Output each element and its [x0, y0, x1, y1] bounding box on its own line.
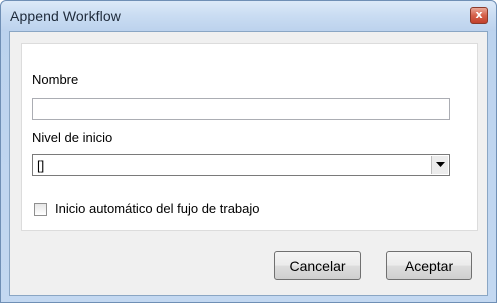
close-button[interactable]: x [470, 7, 488, 24]
start-level-label: Nivel de inicio [32, 130, 113, 145]
window-title: Append Workflow [10, 8, 121, 24]
autostart-label[interactable]: Inicio automático del fujo de trabajo [55, 201, 260, 216]
dropdown-button[interactable] [431, 156, 448, 174]
cancel-button[interactable]: Cancelar [274, 251, 361, 280]
dialog-window: Append Workflow x Nombre Nivel de inicio… [0, 0, 497, 303]
name-label: Nombre [32, 72, 79, 87]
accept-button[interactable]: Aceptar [386, 251, 472, 280]
title-bar[interactable]: Append Workflow x [1, 1, 496, 31]
chevron-down-icon [436, 162, 445, 167]
dialog-body: Nombre Nivel de inicio [] Inicio automát… [9, 31, 488, 296]
start-level-select[interactable]: [] [32, 154, 450, 176]
close-icon: x [475, 8, 483, 21]
start-level-value: [] [37, 158, 45, 173]
autostart-checkbox[interactable] [34, 203, 47, 216]
name-input[interactable] [32, 98, 450, 120]
